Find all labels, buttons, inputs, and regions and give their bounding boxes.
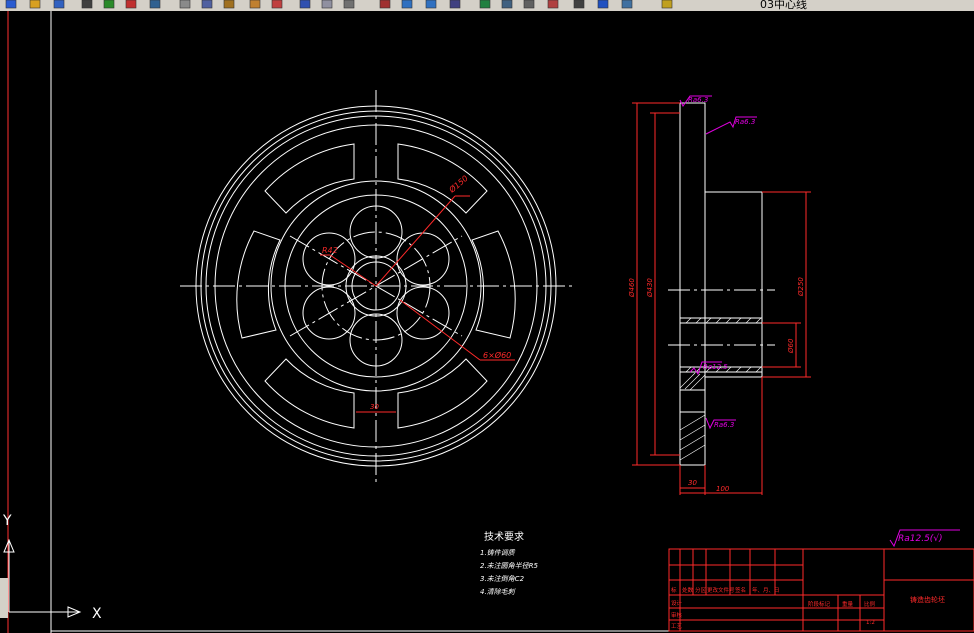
tool-palettes-icon[interactable] [500, 0, 516, 9]
preview-icon[interactable] [102, 0, 118, 9]
roughness-mid: Ra12.5 [703, 363, 728, 371]
tech-requirement-3: 3.未注倒角C2 [480, 575, 525, 583]
layer-state-icon[interactable] [660, 0, 676, 9]
copy-icon[interactable] [200, 0, 216, 9]
pan-icon[interactable] [342, 0, 358, 9]
dim-total-width: 100 [716, 485, 730, 493]
drawing-canvas[interactable]: Y X Ø150 R42 6×Ø60 30 Ra6.3 Ra6.3 Ra12.5… [0, 11, 974, 633]
markup-icon[interactable] [546, 0, 562, 9]
publish-icon[interactable] [124, 0, 140, 9]
dim-outer-diameter: Ø460 [628, 278, 636, 298]
tech-requirement-1: 1.铸件调质 [480, 549, 516, 557]
tb-cell-process: 工艺 [671, 623, 683, 630]
brush-icon[interactable] [270, 0, 286, 9]
tb-cell-zone: 分区 [695, 586, 707, 594]
print-icon[interactable] [80, 0, 96, 9]
svg-text:X: X [92, 606, 102, 622]
tb-cell-scale: 比例 [864, 600, 876, 608]
zoom-previous-icon[interactable] [424, 0, 440, 9]
dim-hub-diameter: Ø250 [797, 277, 805, 297]
dim-hole-pattern: 6×Ø60 [483, 350, 511, 360]
sheet-set-icon[interactable] [522, 0, 538, 9]
tb-cell-mark: 标 [671, 586, 677, 594]
tb-cell-sign: 签名 [735, 586, 746, 594]
general-roughness: Ra12.5(√) [898, 533, 943, 544]
tb-cell-design: 设计 [671, 599, 683, 607]
paste-icon[interactable] [222, 0, 238, 9]
cut-icon[interactable] [178, 0, 194, 9]
command-window-tab[interactable] [0, 578, 8, 618]
drawing-name: 铸造齿轮坯 [910, 595, 945, 604]
tb-cell-change: 更改文件号 [707, 586, 735, 594]
save-icon[interactable] [52, 0, 68, 9]
dim-hole-radius: R42 [322, 246, 338, 255]
tb-scale-value: 1:2 [866, 620, 875, 626]
tb-cell-weight: 重量 [842, 600, 854, 608]
calculator-icon[interactable] [572, 0, 588, 9]
zoom-realtime-icon[interactable] [378, 0, 394, 9]
roughness-bottom: Ra6.3 [714, 421, 734, 429]
tech-requirements-title: 技术要求 [484, 530, 524, 543]
redo-icon[interactable] [320, 0, 336, 9]
tb-cell-review: 审核 [671, 611, 683, 619]
dim-rib-width: 30 [370, 403, 379, 411]
plot-icon[interactable] [148, 0, 164, 9]
design-center-icon[interactable] [478, 0, 494, 9]
dim-bore-diameter: Ø60 [787, 338, 795, 354]
new-icon[interactable] [4, 0, 20, 9]
zoom-window-icon[interactable] [400, 0, 416, 9]
dim-rim-width: 30 [688, 479, 697, 487]
current-layer-name[interactable]: 03中心线 [760, 0, 807, 11]
open-icon[interactable] [28, 0, 44, 9]
help-icon[interactable] [596, 0, 612, 9]
properties-icon[interactable] [448, 0, 464, 9]
dim-inner-diameter: Ø430 [646, 278, 654, 298]
tb-cell-count: 处数 [682, 586, 694, 594]
layer-manager-icon[interactable] [620, 0, 636, 9]
match-properties-icon[interactable] [248, 0, 264, 9]
svg-text:Y: Y [2, 513, 12, 529]
undo-icon[interactable] [298, 0, 314, 9]
roughness-face: Ra6.3 [735, 118, 755, 126]
tb-cell-date: 年、月、日 [752, 586, 780, 594]
tech-requirement-4: 4.清除毛刺 [480, 588, 516, 596]
roughness-top: Ra6.3 [688, 96, 708, 104]
standard-toolbar: 03中心线 [0, 0, 974, 11]
tb-cell-stage: 阶段标记 [808, 600, 831, 608]
tech-requirement-2: 2.未注圆角半径R5 [480, 562, 539, 570]
